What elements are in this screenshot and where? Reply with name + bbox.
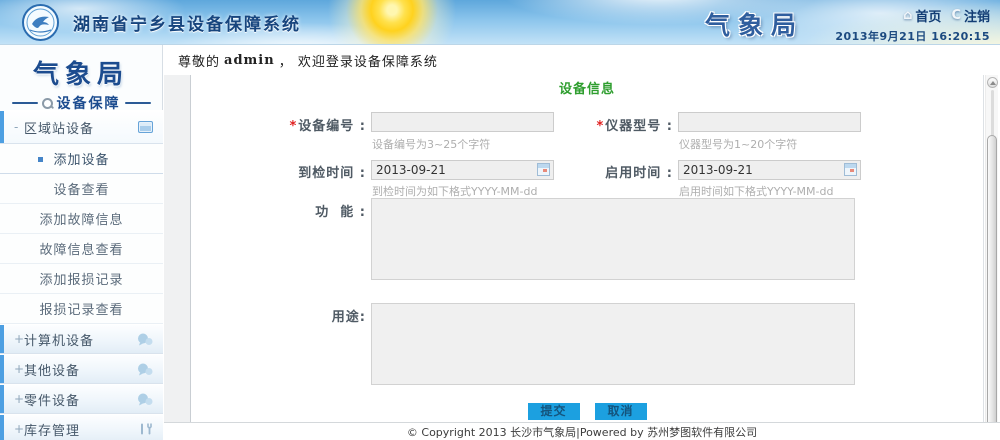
sidebar-section-parts[interactable]: + 零件设备 xyxy=(0,384,163,414)
submenu-label: 报损记录查看 xyxy=(39,299,123,318)
model-input[interactable] xyxy=(678,112,861,132)
submenu-label: 故障信息查看 xyxy=(39,239,123,258)
app-header: 湖南省宁乡县设备保障系统 气象局 ⌂ 首页 C 注销 2013年9月21日 16… xyxy=(0,0,1000,45)
sidebar-submenu: 添加设备 设备查看 添加故障信息 故障信息查看 添加报损记录 报损记录查看 xyxy=(0,144,163,324)
submenu-label: 添加报损记录 xyxy=(39,269,123,288)
submenu-label: 添加故障信息 xyxy=(39,209,123,228)
bureau-name: 气象局 xyxy=(697,6,812,42)
section-label: 库存管理 xyxy=(24,420,80,439)
sidebar-item-view-device[interactable]: 设备查看 xyxy=(0,174,163,204)
app-root: 湖南省宁乡县设备保障系统 气象局 ⌂ 首页 C 注销 2013年9月21日 16… xyxy=(0,0,1000,440)
enable-date-label: 启用时间 : xyxy=(554,159,673,181)
logout-icon: C xyxy=(951,8,961,23)
section-label: 其他设备 xyxy=(24,360,80,379)
vertical-scrollbar[interactable] xyxy=(985,75,998,440)
enable-date-hint: 启用时间如下格式YYYY-MM-dd xyxy=(679,183,833,199)
datetime: 2013年9月21日 16:20:15 xyxy=(835,28,990,44)
monitor-icon xyxy=(138,121,153,133)
content-gutter xyxy=(164,75,190,440)
form-row-1: *设备编号 : *仪器型号 : xyxy=(191,112,983,134)
sidebar-item-add-fault[interactable]: 添加故障信息 xyxy=(0,204,163,234)
section-accent-bar xyxy=(0,111,4,143)
app-title: 湖南省宁乡县设备保障系统 xyxy=(73,10,301,35)
sidebar-section-other[interactable]: + 其他设备 xyxy=(0,354,163,384)
scrollbar-thumb[interactable] xyxy=(987,135,997,440)
scroll-up-icon[interactable] xyxy=(987,77,998,88)
form-row-usage: 用途: xyxy=(191,303,983,385)
form-row-function: 功 能 : xyxy=(191,198,983,280)
collapse-icon: - xyxy=(14,120,24,134)
header-nav: ⌂ 首页 C 注销 2013年9月21日 16:20:15 xyxy=(835,6,990,44)
check-date-label: 到检时间 : xyxy=(191,159,366,181)
form-row-2: 到检时间 : 启用时间 : xyxy=(191,159,983,181)
section-accent-bar xyxy=(0,415,4,440)
enable-date-input[interactable] xyxy=(678,160,861,180)
divider xyxy=(12,102,38,104)
sidebar-item-add-device[interactable]: 添加设备 xyxy=(0,144,163,174)
active-bullet-icon xyxy=(38,157,43,162)
form-buttons: 提交 取消 xyxy=(191,403,983,420)
form-title: 设备信息 xyxy=(191,78,983,97)
section-accent-bar xyxy=(0,355,4,383)
required-mark: * xyxy=(289,119,297,134)
logout-link[interactable]: C 注销 xyxy=(951,6,990,25)
submenu-label: 添加设备 xyxy=(53,149,109,168)
sidebar-item-view-damage[interactable]: 报损记录查看 xyxy=(0,294,163,324)
usage-label: 用途: xyxy=(191,303,366,325)
section-label: 零件设备 xyxy=(24,390,80,409)
home-icon: ⌂ xyxy=(903,8,912,23)
sidebar-section-computer[interactable]: + 计算机设备 xyxy=(0,324,163,354)
model-hint: 仪器型号为1~20个字符 xyxy=(679,136,797,152)
sidebar-item-add-damage[interactable]: 添加报损记录 xyxy=(0,264,163,294)
sidebar-section-region-station[interactable]: - 区域站设备 xyxy=(0,110,163,144)
calendar-icon[interactable] xyxy=(537,163,550,176)
expand-icon: + xyxy=(14,422,24,436)
chat-bubble-icon xyxy=(137,363,153,376)
cancel-button[interactable]: 取消 xyxy=(595,403,647,420)
sidebar-menu: - 区域站设备 添加设备 设备查看 添加故障信息 故障信息查看 xyxy=(0,110,163,440)
page-footer: © Copyright 2013 长沙市气象局|Powered by 苏州梦图软… xyxy=(164,422,1000,440)
device-no-hint: 设备编号为3~25个字符 xyxy=(372,136,490,152)
greeting-username: admin xyxy=(224,53,275,68)
model-label: *仪器型号 : xyxy=(554,112,673,134)
greeting-prefix: 尊敬的 xyxy=(178,51,220,70)
expand-icon: + xyxy=(14,332,24,346)
submenu-label: 设备查看 xyxy=(53,179,109,198)
section-accent-bar xyxy=(0,385,4,413)
divider xyxy=(125,102,151,104)
chat-bubble-icon xyxy=(137,333,153,346)
function-label: 功 能 : xyxy=(191,198,366,220)
check-date-input[interactable] xyxy=(371,160,554,180)
sidebar-brand: 气象局 xyxy=(0,54,162,91)
tools-icon xyxy=(139,423,153,436)
section-accent-bar xyxy=(0,325,4,353)
search-icon xyxy=(42,98,53,109)
section-label: 计算机设备 xyxy=(24,330,94,349)
function-textarea[interactable] xyxy=(371,198,855,280)
copyright-text: © Copyright 2013 长沙市气象局|Powered by 苏州梦图软… xyxy=(407,424,757,440)
header-brand: 湖南省宁乡县设备保障系统 xyxy=(22,4,301,41)
device-no-label: *设备编号 : xyxy=(191,112,366,134)
bureau-logo-icon xyxy=(22,4,59,41)
sidebar-item-view-fault[interactable]: 故障信息查看 xyxy=(0,234,163,264)
section-label: 区域站设备 xyxy=(24,118,94,137)
usage-textarea[interactable] xyxy=(371,303,855,385)
required-mark: * xyxy=(596,119,604,134)
sidebar-section-inventory[interactable]: + 库存管理 xyxy=(0,414,163,440)
greeting-suffix: ， 欢迎登录设备保障系统 xyxy=(279,51,438,70)
device-no-input[interactable] xyxy=(371,112,554,132)
expand-icon: + xyxy=(14,392,24,406)
sidebar: 气象局 设备保障 - 区域站设备 添加设备 设备查看 xyxy=(0,45,163,440)
chat-bubble-icon xyxy=(137,393,153,406)
home-link-label: 首页 xyxy=(915,6,941,25)
submit-button[interactable]: 提交 xyxy=(528,403,580,420)
calendar-icon[interactable] xyxy=(844,163,857,176)
expand-icon: + xyxy=(14,362,24,376)
logout-link-label: 注销 xyxy=(964,6,990,25)
device-form-panel: 设备信息 *设备编号 : *仪器型号 : 设备编号为3~25个字符 仪器型号为1… xyxy=(190,75,984,440)
greeting-bar: 尊敬的 admin ， 欢迎登录设备保障系统 xyxy=(164,45,1000,75)
check-date-hint: 到检时间为如下格式YYYY-MM-dd xyxy=(372,183,537,199)
home-link[interactable]: ⌂ 首页 xyxy=(903,6,941,25)
